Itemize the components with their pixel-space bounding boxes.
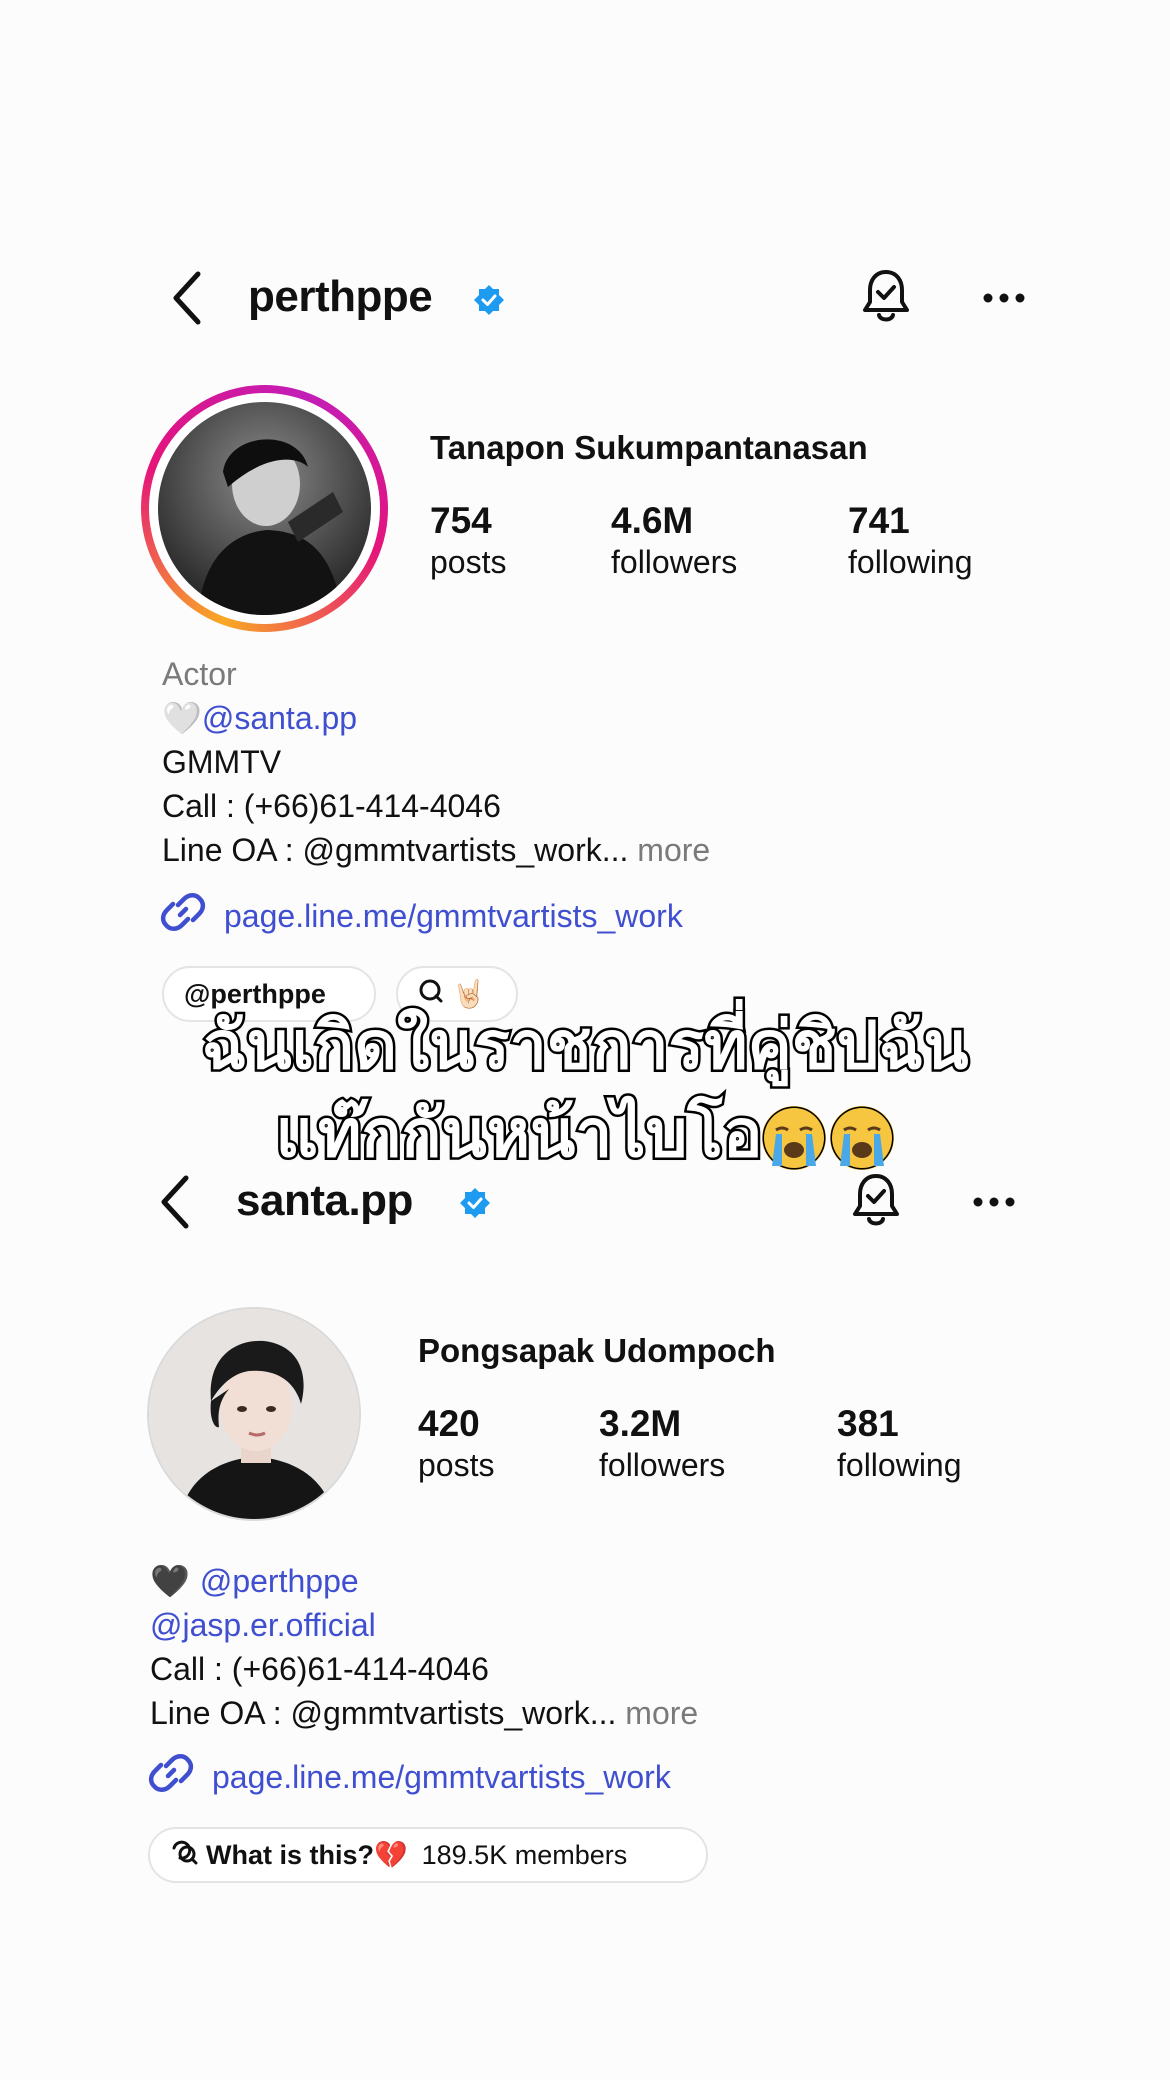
overlay-caption: ฉันเกิดในราชการที่คู่ชิปฉัน แท๊กกันหน้าไ… <box>0 1003 1170 1177</box>
bio-mention-link[interactable]: @perthppe <box>200 1563 359 1599</box>
avatar-story-ring[interactable] <box>141 385 388 632</box>
bio-mention-link[interactable]: @santa.pp <box>202 700 357 736</box>
community-members: 189.5K members <box>421 1839 628 1870</box>
more-icon[interactable] <box>972 1196 1016 1208</box>
profile-username: perthppe <box>248 272 433 321</box>
avatar[interactable] <box>147 1307 361 1521</box>
bell-icon[interactable] <box>860 268 912 326</box>
stat-followers[interactable]: 3.2M followers <box>599 1403 725 1484</box>
link-icon <box>160 889 206 943</box>
caption-line-2: แท๊กกันหน้าไบโอ <box>0 1091 1170 1177</box>
stat-posts[interactable]: 754 posts <box>430 500 506 581</box>
community-pill[interactable]: What is this?💔 189.5K members <box>148 1827 708 1883</box>
stat-label: followers <box>611 544 738 580</box>
stat-followers[interactable]: 4.6M followers <box>611 500 737 581</box>
full-name: Tanapon Sukumpantanasan <box>430 429 868 466</box>
link-icon <box>148 1750 194 1804</box>
threads-icon <box>170 1838 198 1873</box>
community-title: What is this?💔 <box>206 1840 408 1870</box>
screen: perthppe Tanapon Sukumpantanasan 754 pos… <box>0 0 1170 2080</box>
bio-line-truncated: Line OA : @gmmtvartists_work... more <box>150 1691 698 1735</box>
more-button[interactable]: more <box>637 832 710 868</box>
external-link[interactable]: page.line.me/gmmtvartists_work <box>148 1750 671 1804</box>
bell-icon[interactable] <box>850 1172 902 1230</box>
link-text: page.line.me/gmmtvartists_work <box>212 1758 671 1795</box>
stat-number: 3.2M <box>599 1403 682 1444</box>
bio-mention-row: 🤍@santa.pp <box>162 696 710 740</box>
stat-label: posts <box>430 544 507 580</box>
stat-number: 4.6M <box>611 500 694 541</box>
stat-number: 381 <box>837 1403 899 1444</box>
full-name: Pongsapak Udompoch <box>418 1332 776 1369</box>
bio-mention-link[interactable]: @jasp.er.official <box>150 1603 698 1647</box>
crying-emoji-icon <box>830 1105 895 1170</box>
back-icon[interactable] <box>156 1174 196 1230</box>
bio: 🖤 @perthppe @jasp.er.official Call : (+66… <box>150 1559 698 1735</box>
caption-line-2-text: แท๊กกันหน้าไบโอ <box>273 1093 765 1175</box>
stat-label: following <box>848 544 973 580</box>
caption-line-1: ฉันเกิดในราชการที่คู่ชิปฉัน <box>199 1005 971 1087</box>
verified-icon <box>473 284 505 316</box>
bio-line-text: Line OA : @gmmtvartists_work... <box>150 1695 617 1731</box>
bio-line: GMMTV <box>162 744 282 780</box>
external-link[interactable]: page.line.me/gmmtvartists_work <box>160 889 683 943</box>
back-icon[interactable] <box>168 270 208 326</box>
profile-username: santa.pp <box>236 1176 413 1225</box>
stat-number: 741 <box>848 500 910 541</box>
bio-line-text: Line OA : @gmmtvartists_work... <box>162 832 629 868</box>
crying-emoji-icon <box>762 1105 827 1170</box>
bio: Actor 🤍@santa.pp GMMTV Call : (+66)61-41… <box>162 652 710 872</box>
white-heart-emoji: 🤍 <box>162 700 202 736</box>
stat-label: posts <box>418 1447 495 1483</box>
stat-label: following <box>837 1447 962 1483</box>
stat-following[interactable]: 741 following <box>848 500 973 581</box>
stat-number: 754 <box>430 500 492 541</box>
verified-icon <box>459 1187 491 1219</box>
more-icon[interactable] <box>982 292 1026 304</box>
bio-line: Call : (+66)61-414-4046 <box>150 1651 489 1687</box>
bio-line: Call : (+66)61-414-4046 <box>162 788 501 824</box>
link-text: page.line.me/gmmtvartists_work <box>224 897 683 934</box>
stat-label: followers <box>599 1447 726 1483</box>
bio-mention-row: 🖤 @perthppe <box>150 1559 698 1603</box>
stat-posts[interactable]: 420 posts <box>418 1403 494 1484</box>
more-button[interactable]: more <box>625 1695 698 1731</box>
stat-following[interactable]: 381 following <box>837 1403 962 1484</box>
black-heart-emoji: 🖤 <box>150 1563 190 1599</box>
bio-category: Actor <box>162 656 237 692</box>
stat-number: 420 <box>418 1403 480 1444</box>
avatar <box>158 402 371 615</box>
bio-line-truncated: Line OA : @gmmtvartists_work... more <box>162 828 710 872</box>
